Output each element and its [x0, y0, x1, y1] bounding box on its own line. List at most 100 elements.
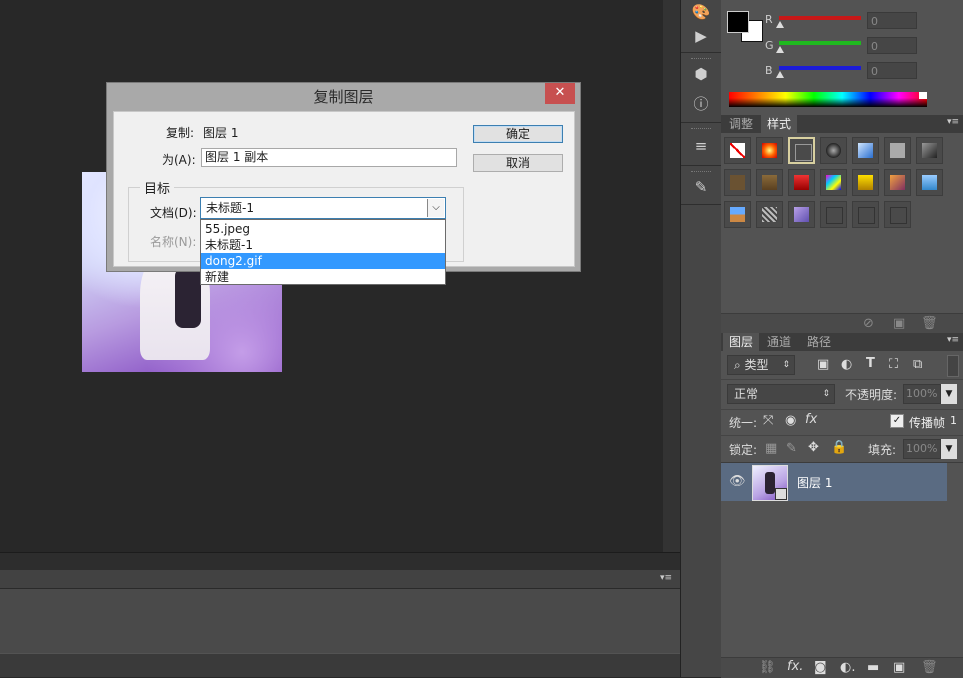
brush-presets-icon[interactable]: ✎ [687, 175, 715, 199]
new-style-icon[interactable]: ▣ [893, 316, 905, 331]
filter-adjustment-icon[interactable]: ◐ [841, 357, 852, 372]
close-icon[interactable]: ✕ [545, 83, 575, 104]
lock-image-icon[interactable]: ✎ [786, 441, 797, 456]
style-swatch[interactable] [788, 201, 815, 228]
unify-style-icon[interactable]: fx [805, 412, 817, 427]
dialog-title[interactable]: 复制图层 [107, 83, 580, 111]
lock-position-icon[interactable]: ✥ [808, 440, 819, 455]
style-swatch[interactable] [852, 201, 879, 228]
filter-shape-icon[interactable]: ⛶ [889, 357, 898, 372]
style-swatch[interactable] [884, 137, 911, 164]
r-slider-thumb[interactable] [776, 21, 784, 28]
propagate-value: 1 [950, 414, 957, 427]
style-swatch[interactable] [724, 201, 751, 228]
canvas-vertical-scrollbar[interactable] [663, 0, 680, 552]
ok-button[interactable]: 确定 [473, 125, 563, 143]
filter-pixel-icon[interactable]: ▣ [817, 357, 829, 372]
cube-icon[interactable]: ⬢ [687, 62, 715, 86]
adjustment-layer-icon[interactable]: ◐. [840, 660, 855, 675]
panel-menu-icon[interactable]: ▾≡ [947, 117, 959, 127]
style-swatch[interactable] [820, 137, 847, 164]
delete-layer-icon[interactable]: 🗑 [921, 660, 938, 675]
new-layer-icon[interactable]: ▣ [893, 660, 905, 675]
g-slider[interactable] [779, 41, 861, 45]
unify-visibility-icon[interactable]: ◉ [785, 413, 796, 428]
style-swatch[interactable] [820, 201, 847, 228]
opacity-dropdown-button[interactable]: ▼ [941, 384, 957, 404]
color-spectrum-ramp[interactable] [729, 92, 927, 107]
dropdown-option[interactable]: 新建 [201, 269, 445, 285]
filter-type-icon[interactable]: T [866, 356, 875, 371]
canvas-horizontal-scrollbar[interactable] [0, 552, 680, 571]
cancel-button[interactable]: 取消 [473, 154, 563, 172]
r-value-field[interactable]: 0 [867, 12, 917, 29]
style-swatch[interactable] [884, 201, 911, 228]
tab-adjustments[interactable]: 调整 [723, 115, 759, 133]
unify-position-icon[interactable]: ⤧ [763, 413, 773, 428]
panel-menu-icon[interactable]: ▾≡ [660, 573, 672, 583]
style-swatch[interactable] [884, 169, 911, 196]
fill-dropdown-button[interactable]: ▼ [941, 439, 957, 459]
visibility-eye-icon[interactable]: 👁 [729, 474, 746, 489]
fill-field[interactable]: 100% [903, 439, 941, 459]
tab-layers[interactable]: 图层 [723, 333, 760, 351]
blend-mode-value: 正常 [734, 387, 759, 401]
tab-paths[interactable]: 路径 [801, 333, 837, 351]
strip-divider [681, 122, 721, 123]
timeline-body [0, 589, 680, 653]
layer-row[interactable]: 👁 图层 1 [721, 463, 947, 501]
ramp-white-chip[interactable] [919, 92, 927, 99]
style-swatch[interactable] [756, 137, 783, 164]
r-slider[interactable] [779, 16, 861, 20]
propagate-checkbox[interactable]: ✓ [890, 414, 904, 428]
link-layers-icon[interactable]: ⛓ [759, 660, 776, 675]
style-swatch[interactable] [916, 169, 943, 196]
style-swatch[interactable] [852, 169, 879, 196]
style-none-swatch[interactable] [724, 137, 751, 164]
panel-menu-icon[interactable]: ▾≡ [947, 335, 959, 345]
clear-style-icon[interactable]: ⊘ [863, 316, 874, 331]
layer-filter-select[interactable]: ⌕ 类型 ⇕ [727, 355, 795, 375]
style-swatch[interactable] [788, 169, 815, 196]
opacity-field[interactable]: 100% [903, 384, 941, 404]
g-slider-thumb[interactable] [776, 46, 784, 53]
play-icon[interactable]: ▶ [687, 24, 715, 48]
chevron-down-icon[interactable]: ⌵ [427, 199, 444, 217]
group-folder-icon[interactable]: ▬ [867, 660, 879, 675]
as-name-input[interactable]: 图层 1 副本 [201, 148, 457, 167]
document-select[interactable]: 未标题-1 ⌵ [200, 197, 446, 219]
style-swatch[interactable] [724, 169, 751, 196]
g-value-field[interactable]: 0 [867, 37, 917, 54]
b-slider[interactable] [779, 66, 861, 70]
lock-transparent-icon[interactable]: ▦ [765, 441, 777, 456]
info-icon[interactable]: ⓘ [687, 92, 715, 116]
layer-style-fx-icon[interactable]: fx. [787, 659, 803, 674]
dropdown-option[interactable]: 55.jpeg [201, 221, 445, 237]
color-panel: R 0 G 0 B 0 [721, 0, 963, 115]
adjust-sliders-icon[interactable]: ≡ [687, 134, 715, 158]
lock-all-icon[interactable]: 🔒 [831, 440, 847, 455]
style-swatch[interactable] [916, 137, 943, 164]
dropdown-option[interactable]: 未标题-1 [201, 237, 445, 253]
delete-style-icon[interactable]: 🗑 [921, 316, 938, 331]
color-panel-icon[interactable]: 🎨 [687, 0, 715, 24]
style-swatch[interactable] [820, 169, 847, 196]
dropdown-option-highlighted[interactable]: dong2.gif [201, 253, 445, 269]
style-swatch[interactable] [756, 169, 783, 196]
add-mask-icon[interactable]: ◙ [814, 660, 827, 675]
tab-styles[interactable]: 样式 [761, 115, 798, 133]
filter-smartobject-icon[interactable]: ⧉ [913, 357, 922, 372]
foreground-color-swatch[interactable] [727, 11, 749, 33]
b-slider-thumb[interactable] [776, 71, 784, 78]
blend-mode-select[interactable]: 正常 ⇕ [727, 384, 835, 404]
style-swatch[interactable] [756, 201, 783, 228]
style-swatch-selected[interactable] [788, 137, 815, 164]
updown-icon: ⇕ [822, 389, 830, 399]
b-value-field[interactable]: 0 [867, 62, 917, 79]
style-swatch[interactable] [852, 137, 879, 164]
filter-toggle[interactable] [947, 355, 959, 377]
layer-name[interactable]: 图层 1 [797, 474, 832, 491]
tab-channels[interactable]: 通道 [761, 333, 797, 351]
layer-thumbnail[interactable] [752, 465, 788, 501]
strip-grip[interactable] [691, 128, 711, 132]
